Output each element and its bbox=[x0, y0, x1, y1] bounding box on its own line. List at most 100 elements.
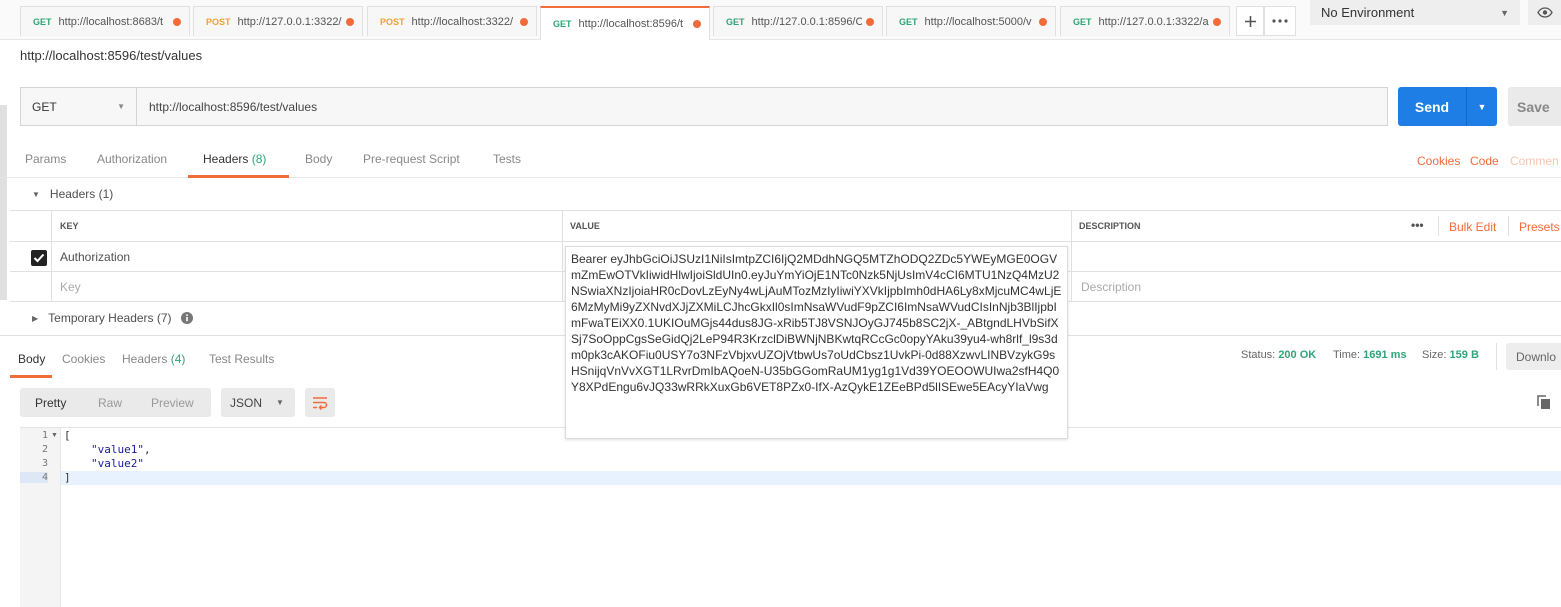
tab-method: GET bbox=[33, 16, 52, 27]
method-select[interactable]: GET ▼ bbox=[21, 88, 137, 125]
cookies-link[interactable]: Cookies bbox=[1417, 154, 1460, 168]
caret-down-icon: ▼ bbox=[32, 189, 40, 199]
comments-link[interactable]: Commen bbox=[1510, 154, 1559, 168]
key-input[interactable]: Key bbox=[60, 272, 81, 301]
view-preview-button[interactable]: Preview bbox=[151, 396, 194, 410]
header-enabled-checkbox[interactable] bbox=[31, 250, 47, 266]
send-button[interactable]: Send ▼ bbox=[1398, 87, 1497, 126]
tab-prerequest-script[interactable]: Pre-request Script bbox=[363, 152, 460, 166]
line-number: 2 bbox=[41, 444, 48, 455]
response-tab-body[interactable]: Body bbox=[18, 352, 45, 366]
tab-headers-count: (8) bbox=[251, 152, 267, 166]
request-tab-4-active[interactable]: GET http://localhost:8596/t bbox=[540, 6, 710, 40]
url-bar: GET ▼ http://localhost:8596/test/values bbox=[20, 87, 1388, 126]
tab-url: http://localhost:5000/v bbox=[924, 15, 1032, 28]
tab-body[interactable]: Body bbox=[305, 152, 332, 166]
tab-url: http://127.0.0.1:3322/ bbox=[237, 15, 342, 28]
active-tab-underline bbox=[188, 175, 289, 178]
json-string: "value1" bbox=[91, 443, 144, 456]
tab-url: http://localhost:3322/ bbox=[411, 15, 514, 28]
tab-method: GET bbox=[1073, 16, 1092, 27]
headers-section-count: (1) bbox=[98, 187, 114, 201]
bulk-edit-link[interactable]: Bulk Edit bbox=[1449, 220, 1496, 234]
size-label: Size: bbox=[1422, 349, 1447, 361]
tab-headers[interactable]: Headers (8) bbox=[203, 152, 266, 166]
format-select[interactable]: JSON ▼ bbox=[221, 388, 295, 417]
line-number: 1 bbox=[41, 430, 48, 441]
plus-icon bbox=[1244, 15, 1256, 27]
active-response-tab-underline bbox=[10, 375, 52, 378]
tab-url: http://127.0.0.1:3322/a bbox=[1098, 15, 1209, 28]
code-line: [ bbox=[64, 429, 71, 442]
chevron-down-icon: ▼ bbox=[1500, 7, 1509, 18]
download-button[interactable]: Downlo bbox=[1506, 343, 1561, 370]
response-tab-test-results[interactable]: Test Results bbox=[209, 352, 274, 366]
col-description: DESCRIPTION bbox=[1079, 221, 1141, 231]
status-value: 200 OK bbox=[1278, 349, 1317, 361]
header-value-expanded[interactable]: Bearer eyJhbGciOiJSUzI1NiIsImtpZCI6IjQ2M… bbox=[565, 246, 1068, 439]
unsaved-dot-icon bbox=[1213, 17, 1221, 26]
request-tab-5[interactable]: GET http://127.0.0.1:8596/C bbox=[713, 6, 883, 36]
header-key[interactable]: Authorization bbox=[60, 242, 130, 271]
request-tab-6[interactable]: GET http://localhost:5000/v bbox=[886, 6, 1056, 36]
environment-quick-look-button[interactable] bbox=[1528, 0, 1561, 25]
info-icon[interactable] bbox=[180, 312, 193, 324]
unsaved-dot-icon bbox=[1039, 17, 1047, 26]
request-tab-7[interactable]: GET http://127.0.0.1:3322/a bbox=[1060, 6, 1230, 36]
tab-options-button[interactable] bbox=[1264, 6, 1296, 36]
temp-headers-title: Temporary Headers bbox=[48, 311, 154, 325]
tab-method: GET bbox=[726, 16, 745, 27]
method-value: GET bbox=[32, 99, 57, 114]
save-button[interactable]: Save bbox=[1508, 87, 1561, 126]
request-tab-1[interactable]: GET http://localhost:8683/t bbox=[20, 6, 190, 36]
status-label: Status: bbox=[1241, 349, 1276, 361]
tab-url: http://127.0.0.1:8596/C bbox=[751, 15, 862, 28]
tab-authorization[interactable]: Authorization bbox=[97, 152, 167, 166]
description-input[interactable]: Description bbox=[1081, 272, 1141, 301]
unsaved-dot-icon bbox=[866, 17, 874, 26]
send-label: Send bbox=[1414, 98, 1450, 115]
response-body-editor[interactable]: 1 ▼ 2 3 4 [ "value1", "value2" ] bbox=[20, 427, 1561, 607]
url-input[interactable]: http://localhost:8596/test/values bbox=[137, 88, 1387, 125]
request-tab-3[interactable]: POST http://localhost:3322/ bbox=[367, 6, 537, 36]
unsaved-dot-icon bbox=[346, 17, 354, 26]
line-number: 3 bbox=[41, 458, 48, 469]
code-link[interactable]: Code bbox=[1470, 154, 1499, 168]
code-line: ] bbox=[64, 471, 71, 484]
presets-link[interactable]: Presets bbox=[1519, 220, 1560, 234]
environment-select[interactable]: No Environment ▼ bbox=[1310, 0, 1520, 25]
unsaved-dot-icon bbox=[520, 17, 528, 26]
column-options-button[interactable]: ••• bbox=[1411, 218, 1424, 232]
tab-method: POST bbox=[380, 16, 405, 27]
tab-method: GET bbox=[899, 16, 918, 27]
line-number: 4 bbox=[20, 472, 48, 483]
response-tab-headers[interactable]: Headers (4) bbox=[122, 352, 185, 366]
wrap-text-icon bbox=[313, 396, 328, 410]
left-scrollbar[interactable] bbox=[0, 105, 7, 300]
line-number-gutter: 1 ▼ 2 3 4 bbox=[20, 428, 61, 607]
response-tab-cookies[interactable]: Cookies bbox=[62, 352, 105, 366]
col-key: KEY bbox=[60, 221, 79, 231]
tab-params[interactable]: Params bbox=[25, 152, 66, 166]
view-mode-selector: Pretty Raw Preview bbox=[20, 388, 211, 417]
temporary-headers-toggle[interactable]: ▶ Temporary Headers (7) bbox=[32, 311, 193, 325]
tab-url: http://localhost:8683/t bbox=[58, 15, 164, 28]
request-tab-2[interactable]: POST http://127.0.0.1:3322/ bbox=[193, 6, 363, 36]
new-tab-button[interactable] bbox=[1236, 6, 1264, 36]
caret-right-icon: ▶ bbox=[32, 313, 39, 323]
tab-method: POST bbox=[206, 16, 231, 27]
status-readout: Status: 200 OK bbox=[1241, 349, 1316, 361]
tab-headers-label: Headers bbox=[203, 152, 249, 166]
response-headers-label: Headers bbox=[122, 352, 168, 366]
format-value: JSON bbox=[230, 395, 263, 410]
response-headers-count: (4) bbox=[170, 352, 186, 366]
send-dropdown-icon[interactable]: ▼ bbox=[1467, 102, 1497, 112]
view-pretty-button[interactable]: Pretty bbox=[35, 396, 66, 410]
headers-section-toggle[interactable]: ▼ Headers (1) bbox=[32, 187, 113, 201]
wrap-lines-button[interactable] bbox=[305, 388, 335, 417]
time-label: Time: bbox=[1333, 349, 1361, 361]
copy-icon[interactable] bbox=[1537, 395, 1551, 410]
tab-tests[interactable]: Tests bbox=[493, 152, 521, 166]
view-raw-button[interactable]: Raw bbox=[98, 396, 122, 410]
fold-arrow-icon[interactable]: ▼ bbox=[51, 432, 58, 439]
